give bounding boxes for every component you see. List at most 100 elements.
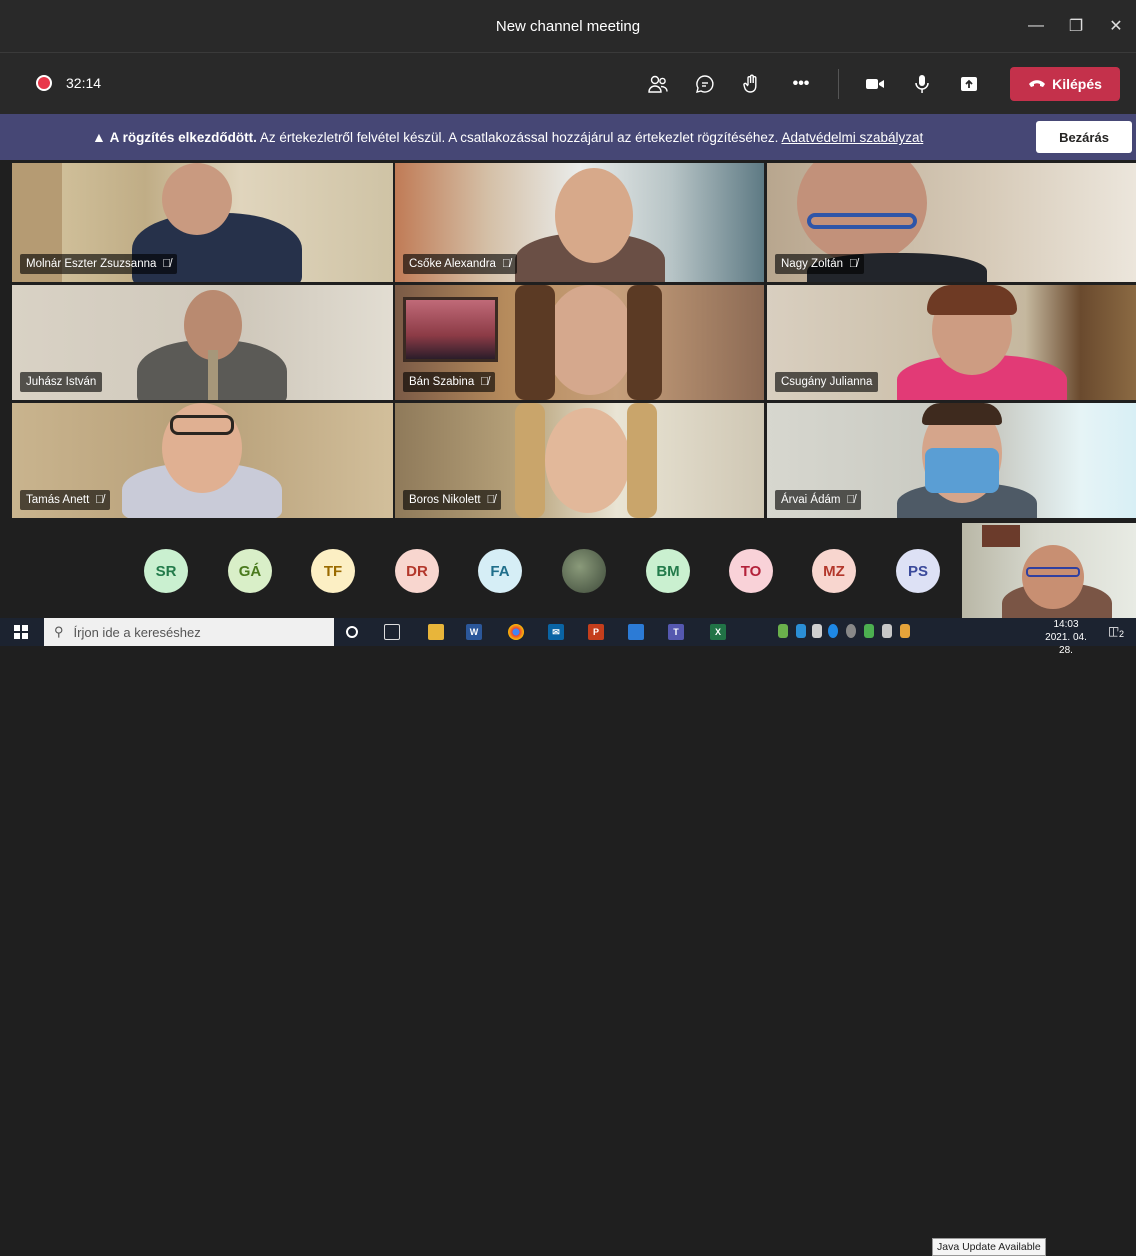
windows-taskbar: ⚲ Írjon ide a kereséshez W ✉ P T X Java … (0, 618, 1136, 1256)
hang-up-icon (1028, 76, 1046, 92)
notification-count: 2 (1117, 629, 1127, 639)
mic-off-icon: 🎙̸ (846, 494, 856, 506)
mic-off-icon: 🎙̸ (501, 258, 511, 270)
word-icon[interactable]: W (466, 624, 482, 640)
excel-icon[interactable]: X (710, 624, 726, 640)
recording-banner: ▲ A rögzítés elkezdődött. Az értekezletr… (0, 114, 1136, 160)
minimize-button[interactable]: — (1016, 0, 1056, 52)
name-tag: Juhász István (20, 372, 103, 392)
recording-icon (36, 75, 52, 91)
name-tag: Tamás Anett 🎙̸ (20, 490, 110, 510)
avatar-photo[interactable] (562, 549, 606, 593)
file-explorer-icon[interactable] (428, 624, 444, 640)
clock-date: 2021. 04. 28. (1045, 632, 1087, 656)
tray-icon[interactable] (846, 624, 856, 638)
cortana-icon[interactable] (346, 626, 358, 638)
name-tag: Molnár Eszter Zsuzsanna 🎙̸ (20, 254, 178, 274)
clock-time: 14:03 (1053, 619, 1079, 630)
restore-button[interactable]: ❐ (1056, 0, 1096, 52)
meeting-timer: 32:14 (66, 75, 102, 91)
name-tag: Nagy Zoltán 🎙̸ (775, 254, 864, 274)
participants-icon[interactable] (643, 69, 673, 99)
search-placeholder: Írjon ide a kereséshez (73, 624, 201, 640)
name-tag: Árvai Ádám 🎙̸ (775, 490, 862, 510)
tray-icon[interactable] (828, 624, 838, 638)
chat-icon[interactable] (690, 69, 720, 99)
banner-text: Az értekezletről felvétel készül. A csat… (259, 130, 779, 145)
raise-hand-icon[interactable] (737, 69, 767, 99)
tray-icon[interactable] (882, 624, 892, 638)
tray-icon[interactable] (900, 624, 910, 638)
name-tag: Csugány Julianna (775, 372, 879, 392)
name-tag: Csőke Alexandra 🎙̸ (403, 254, 517, 274)
video-grid: Molnár Eszter Zsuzsanna 🎙̸ Csőke Alexandr… (12, 163, 1136, 518)
self-view-video[interactable] (962, 523, 1136, 618)
taskbar-clock[interactable]: 14:03 2021. 04. 28. (1038, 618, 1094, 657)
participant-name: Juhász István (26, 376, 97, 388)
avatar[interactable]: BM (646, 549, 690, 593)
powerpoint-icon[interactable]: P (588, 624, 604, 640)
notification-icon[interactable]: ◫ 2 (1108, 624, 1127, 640)
mic-icon[interactable] (907, 69, 937, 99)
meeting-toolbar: 32:14 ••• Kilépés (0, 52, 1136, 114)
avatar[interactable]: GÁ (228, 549, 272, 593)
mic-off-icon: 🎙̸ (162, 258, 172, 270)
leave-label: Kilépés (1052, 76, 1102, 92)
mic-off-icon: 🎙̸ (480, 376, 489, 388)
video-tile[interactable]: Molnár Eszter Zsuzsanna 🎙̸ (12, 163, 393, 282)
participant-name: Csugány Julianna (781, 376, 873, 388)
avatar[interactable]: MZ (812, 549, 856, 593)
avatar[interactable]: FA (478, 549, 522, 593)
taskbar-search[interactable]: ⚲ Írjon ide a kereséshez (44, 618, 334, 646)
video-tile[interactable]: Juhász István (12, 285, 393, 400)
mic-off-icon: 🎙̸ (849, 258, 858, 270)
leave-button[interactable]: Kilépés (1010, 67, 1120, 101)
close-window-button[interactable]: ✕ (1096, 0, 1136, 52)
tray-icon[interactable] (796, 624, 806, 638)
participant-name: Molnár Eszter Zsuzsanna (26, 258, 157, 270)
task-view-icon[interactable] (384, 624, 400, 640)
video-tile[interactable]: Boros Nikolett 🎙̸ (395, 403, 764, 518)
java-update-tooltip: Java Update Available (932, 1238, 1046, 1256)
more-icon[interactable]: ••• (786, 69, 816, 99)
whiteboard-icon[interactable] (628, 624, 644, 640)
tray-icon[interactable] (778, 624, 788, 638)
teams-icon[interactable]: T (668, 624, 684, 640)
video-tile[interactable]: Nagy Zoltán 🎙̸ (767, 163, 1136, 282)
tray-icon[interactable] (864, 624, 874, 638)
mail-icon[interactable]: ✉ (548, 624, 564, 640)
avatar[interactable]: DR (395, 549, 439, 593)
warning-icon: ▲ (92, 129, 106, 145)
privacy-link[interactable]: Adatvédelmi szabályzat (781, 130, 923, 145)
avatar[interactable]: TF (311, 549, 355, 593)
windows-start-icon[interactable] (14, 625, 28, 639)
participant-name: Árvai Ádám (781, 494, 841, 506)
banner-bold: A rögzítés elkezdődött. (109, 130, 257, 145)
window-controls: — ❐ ✕ (1016, 0, 1136, 52)
participant-name: Tamás Anett (26, 494, 90, 506)
video-tile[interactable]: Csőke Alexandra 🎙̸ (395, 163, 764, 282)
banner-message: ▲ A rögzítés elkezdődött. Az értekezletr… (92, 129, 923, 145)
video-tile[interactable]: Csugány Julianna (767, 285, 1136, 400)
close-banner-button[interactable]: Bezárás (1036, 121, 1132, 153)
title-bar: New channel meeting — ❐ ✕ (0, 0, 1136, 52)
video-tile[interactable]: Árvai Ádám 🎙̸ (767, 403, 1136, 518)
chrome-icon[interactable] (508, 624, 524, 640)
avatar[interactable]: SR (144, 549, 188, 593)
camera-icon[interactable] (860, 69, 890, 99)
participant-name: Boros Nikolett (409, 494, 481, 506)
window-title: New channel meeting (495, 17, 641, 35)
video-tile[interactable]: Tamás Anett 🎙̸ (12, 403, 393, 518)
toolbar-divider (838, 69, 839, 99)
participant-name: Csőke Alexandra (409, 258, 496, 270)
name-tag: Boros Nikolett 🎙̸ (403, 490, 502, 510)
search-icon: ⚲ (54, 624, 64, 639)
participant-name: Bán Szabina (409, 376, 475, 388)
video-tile[interactable]: Bán Szabina 🎙̸ (395, 285, 764, 400)
share-icon[interactable] (954, 69, 984, 99)
participant-name: Nagy Zoltán (781, 258, 844, 270)
avatar[interactable]: PS (896, 549, 940, 593)
avatar[interactable]: TO (729, 549, 773, 593)
mic-off-icon: 🎙̸ (486, 494, 496, 506)
tray-icon[interactable] (812, 624, 822, 638)
